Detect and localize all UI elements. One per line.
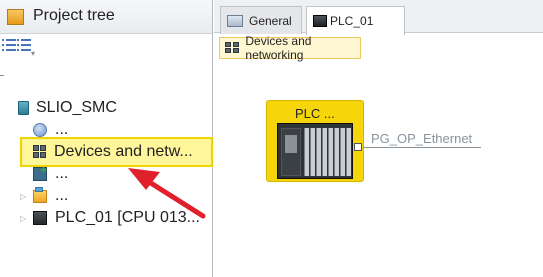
subtab-label: Devices and networking — [245, 34, 312, 62]
toolbar-dropdown-icon[interactable]: ▾ — [31, 49, 35, 58]
expand-arrow-icon[interactable]: ▷ — [20, 192, 26, 201]
add-device-icon — [33, 163, 47, 181]
tree-item-label: Devices and netw... — [54, 143, 193, 160]
project-icon — [18, 101, 29, 115]
tab-label: PLC_01 — [330, 14, 374, 28]
tab-plc[interactable]: PLC_01 — [306, 6, 405, 35]
list-view-icon[interactable] — [2, 39, 16, 51]
devices-networks-icon — [225, 42, 239, 54]
tree-item-add-device[interactable]: ... — [33, 163, 68, 185]
detail-view-icon[interactable] — [17, 39, 31, 51]
tab-label: General — [249, 13, 292, 28]
plc-device-label: PLC ... — [295, 106, 335, 121]
plc-icon — [33, 211, 47, 225]
project-tree-toolbar: ▾ — [0, 35, 212, 58]
info-icon — [33, 123, 47, 137]
tree-item-label: ... — [55, 121, 69, 138]
expand-arrow-icon[interactable]: ▷ — [20, 214, 26, 223]
plc-icon — [313, 15, 327, 27]
network-port[interactable] — [354, 143, 362, 151]
general-icon — [227, 14, 243, 27]
plc-device-box[interactable]: PLC ... — [266, 100, 364, 182]
tab-general[interactable]: General — [220, 6, 302, 34]
tree-guide-line — [0, 75, 4, 76]
tree-item-label: ... — [55, 187, 69, 204]
tree-item-folder[interactable]: ... — [33, 185, 68, 207]
tree-item-label: PLC_01 [CPU 013... — [55, 209, 200, 226]
tree-item-plc[interactable]: PLC_01 [CPU 013... — [33, 207, 200, 229]
tree-item-label: ... — [55, 165, 69, 182]
devices-networks-icon — [33, 145, 47, 159]
folder-icon — [33, 186, 47, 203]
tree-item-devices-and-networks[interactable]: Devices and netw... — [33, 141, 193, 163]
tree-item-project[interactable]: SLIO_SMC — [18, 97, 117, 119]
tree-item-label: SLIO_SMC — [36, 99, 117, 116]
tree-item-info[interactable]: ... — [33, 119, 68, 141]
subtab-devices-and-networking[interactable]: Devices and networking — [219, 34, 361, 62]
project-tree-header: Project tree — [0, 0, 212, 34]
editor-tab-strip: General PLC_01 — [214, 0, 543, 35]
project-tree-pane: Project tree ▾ SLIO_SMC ... Devices and … — [0, 0, 213, 277]
ethernet-line[interactable] — [363, 147, 481, 148]
project-tree-icon — [7, 9, 24, 25]
ethernet-network-label: PG_OP_Ethernet — [371, 131, 473, 146]
project-tree-title: Project tree — [33, 7, 115, 24]
plc-hardware-image — [277, 123, 353, 179]
